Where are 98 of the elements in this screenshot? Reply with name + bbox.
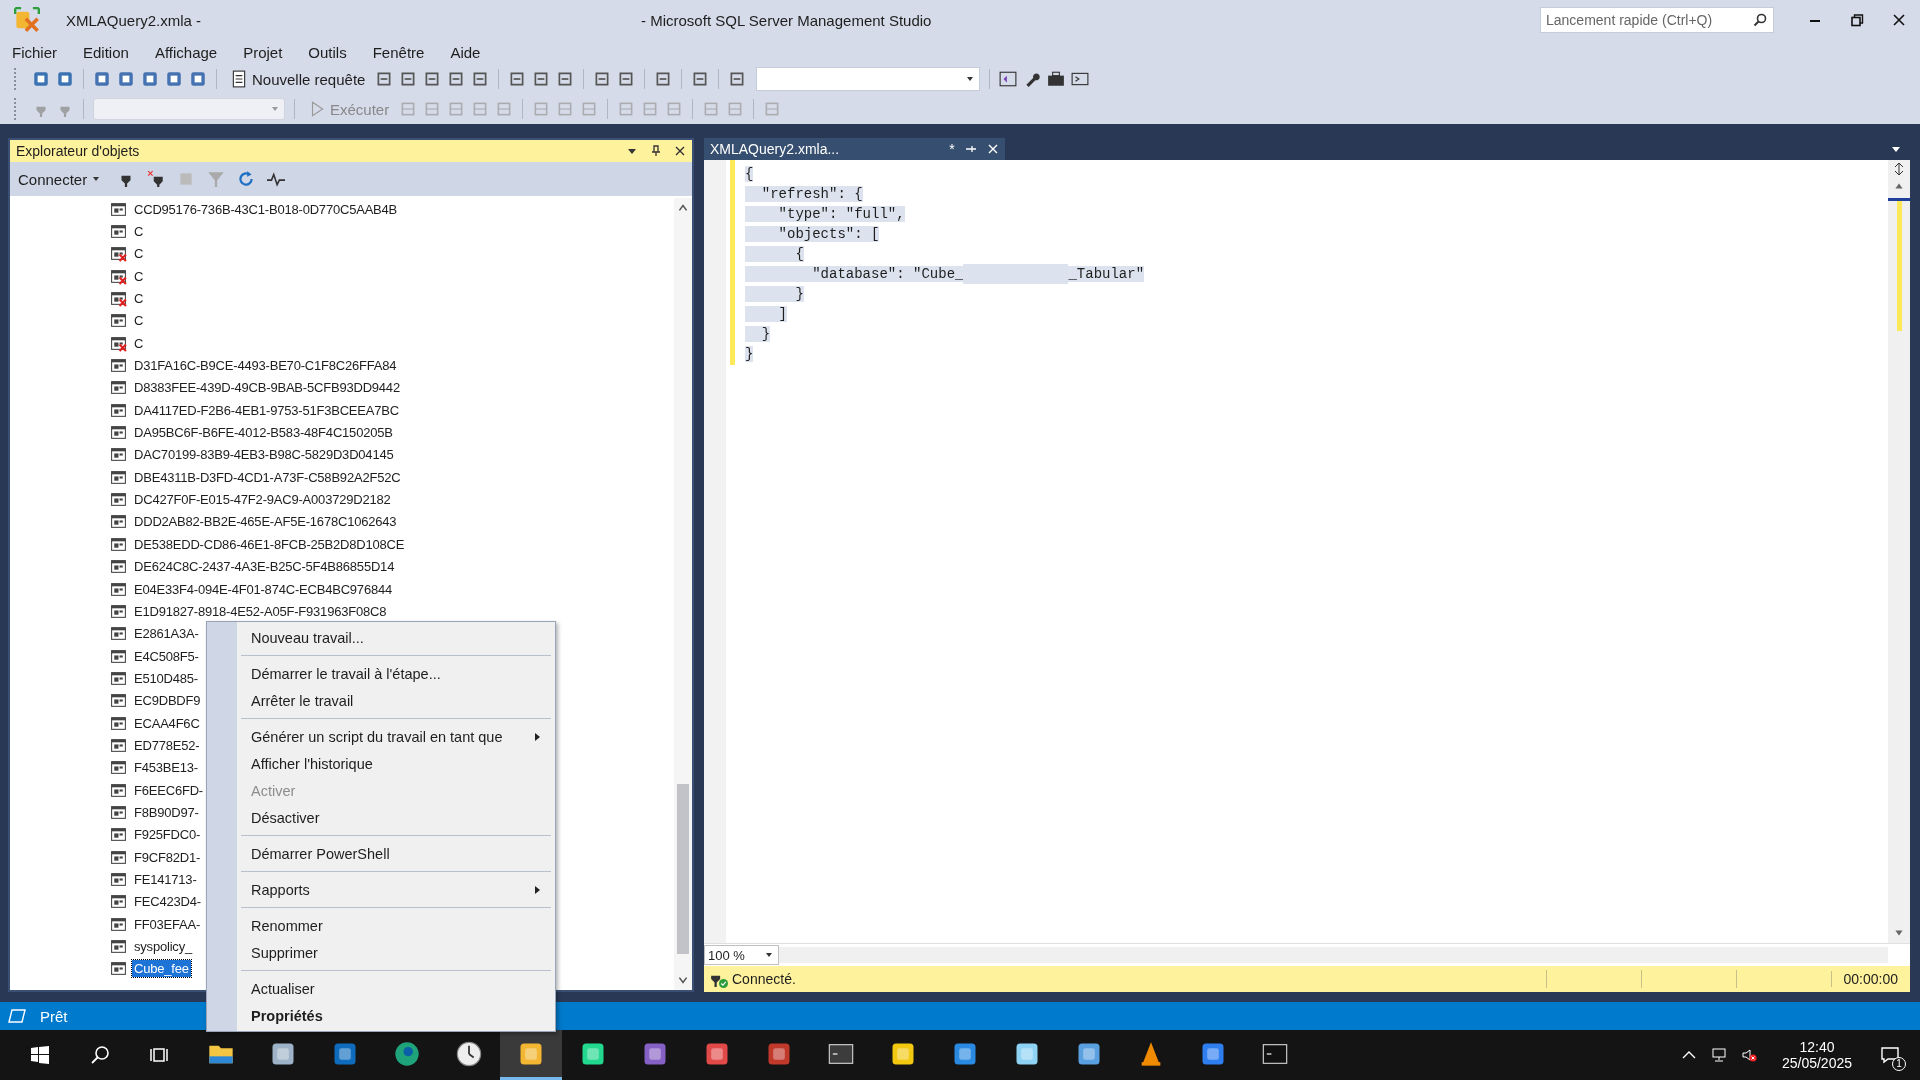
menu-item[interactable]: Arrêter le travail xyxy=(241,687,551,714)
split-icon[interactable] xyxy=(1892,162,1906,176)
vs-icon[interactable] xyxy=(999,70,1018,88)
menu-item[interactable]: Propriétés xyxy=(241,1002,551,1029)
menu-item[interactable]: Actualiser xyxy=(241,975,551,1002)
tree-item[interactable]: F453BE13- xyxy=(132,759,200,777)
tree-item[interactable]: C xyxy=(132,245,146,263)
tree-item[interactable]: FEC423D4- xyxy=(132,893,203,911)
tree-item[interactable]: ECAA4F6C xyxy=(132,714,202,732)
connect-button[interactable]: Connecter xyxy=(18,170,106,188)
clock-date[interactable]: 25/05/2025 xyxy=(1781,1055,1852,1071)
task-view-icon[interactable] xyxy=(150,1045,170,1065)
tree-item[interactable]: DE538EDD-CD86-46E1-8FCB-25B2D8D108CE xyxy=(132,535,407,553)
close-icon[interactable] xyxy=(674,145,686,157)
search-icon[interactable] xyxy=(90,1045,110,1065)
tree-item[interactable]: C xyxy=(132,290,146,308)
document-tab[interactable]: XMLAQuery2.xmla... * xyxy=(704,138,1005,160)
network-icon[interactable] xyxy=(1710,1047,1727,1063)
tree-item[interactable]: F9CF82D1- xyxy=(132,848,203,866)
tree-item[interactable]: C xyxy=(132,267,146,285)
tree-item[interactable]: DAC70199-83B9-4EB3-B98C-5829D3D04145 xyxy=(132,446,396,464)
tree-item[interactable]: E1D91827-8918-4E52-A05F-F931963F08C8 xyxy=(132,602,389,620)
scroll-thumb[interactable] xyxy=(677,784,689,954)
search-icon xyxy=(1753,13,1767,27)
zoom-dropdown[interactable]: 100 % xyxy=(704,945,779,965)
tree-item[interactable]: E510D485- xyxy=(132,669,200,687)
new-query-button[interactable]: Nouvelle requête xyxy=(226,66,370,92)
connection-status: Connecté. xyxy=(732,971,796,987)
elapsed-time: 00:00:00 xyxy=(1830,971,1910,987)
panel-title: Explorateur d'objets xyxy=(16,143,140,159)
caret-position-marker xyxy=(1888,198,1910,201)
tree-item[interactable]: E04E33F4-094E-4F01-874C-ECB4BC976844 xyxy=(132,580,395,598)
clock-time[interactable]: 12:40 xyxy=(1799,1039,1835,1055)
menu-item[interactable]: Supprimer xyxy=(241,939,551,966)
taskbar-button[interactable] xyxy=(500,1030,562,1080)
menu-item[interactable]: Affichage xyxy=(154,43,232,61)
tree-item[interactable]: DBE4311B-D3FD-4CD1-A73F-C58B92A2F52C xyxy=(132,468,403,486)
tree-item[interactable]: ED778E52- xyxy=(132,736,202,754)
app-logo-icon xyxy=(14,7,40,33)
caret-icon xyxy=(765,951,773,959)
tree-item[interactable]: syspolicy_ xyxy=(132,938,194,955)
window-title: XMLAQuery2.xmla - xyxy=(66,11,202,29)
caret-icon xyxy=(966,75,975,83)
menu-item[interactable]: Renommer xyxy=(241,912,551,939)
tree-item[interactable]: F925FDC0- xyxy=(132,826,203,844)
tree-item[interactable]: E2861A3A- xyxy=(132,625,201,643)
menu-item[interactable]: Démarrer le travail à l'étape... xyxy=(241,660,551,687)
notification-icon[interactable] xyxy=(1880,1045,1900,1065)
menu-item[interactable]: Aide xyxy=(450,43,495,61)
clock-icon xyxy=(455,1039,483,1068)
tree-item[interactable]: D8383FEE-439D-49CB-9BAB-5CFB93DD9442 xyxy=(132,379,402,397)
menu-item[interactable]: Edition xyxy=(83,43,143,61)
tree-item[interactable]: CCD95176-736B-43C1-B018-0D770C5AAB4B xyxy=(132,200,400,218)
menu-item[interactable]: Démarrer PowerShell xyxy=(241,840,551,867)
menu-item[interactable]: Fichier xyxy=(12,43,71,61)
notification-count: 1 xyxy=(1892,1057,1906,1071)
caret-icon xyxy=(271,105,279,113)
refresh-icon[interactable] xyxy=(237,170,256,188)
menu-item[interactable]: Rapports xyxy=(241,876,551,903)
volume-muted-icon[interactable] xyxy=(1740,1047,1757,1063)
menu-item[interactable]: Fenêtre xyxy=(372,43,439,61)
document-icon xyxy=(230,70,248,88)
tree-item[interactable]: E4C508F5- xyxy=(132,647,201,665)
tree-item[interactable]: FF03EFAA- xyxy=(132,915,203,933)
quick-launch-field[interactable]: Lancement rapide (Ctrl+Q) xyxy=(1540,7,1774,33)
tree-item[interactable]: DC427F0F-E015-47F2-9AC9-A003729D2182 xyxy=(132,491,393,509)
menu-item[interactable]: Générer un script du travail en tant que xyxy=(241,723,551,750)
globe-icon xyxy=(393,1039,421,1068)
menu-item[interactable]: Outils xyxy=(308,43,361,61)
status-icon xyxy=(8,1009,26,1023)
tree-item[interactable]: FE141713- xyxy=(132,871,199,888)
menu-item[interactable]: Nouveau travail... xyxy=(241,624,551,651)
tree-item[interactable]: C xyxy=(132,223,146,240)
scrollbar[interactable] xyxy=(674,198,692,990)
menu-item[interactable]: Afficher l'historique xyxy=(241,750,551,777)
start-icon[interactable] xyxy=(30,1045,50,1065)
status-text: Prêt xyxy=(40,1007,68,1025)
tree-item[interactable]: F8B90D97- xyxy=(132,803,201,821)
menu-item[interactable]: Projet xyxy=(243,43,297,61)
menu-item[interactable]: Désactiver xyxy=(241,804,551,831)
scrollbar[interactable] xyxy=(1888,160,1910,943)
tree-item[interactable]: F6EEC6FD- xyxy=(132,781,205,799)
tree-item[interactable]: C xyxy=(132,334,146,352)
tree-item[interactable]: EC9DBDF9 xyxy=(132,692,203,710)
close-icon[interactable] xyxy=(1892,13,1906,27)
tree-item[interactable]: D31FA16C-B9CE-4493-BE70-C1F8C26FFA84 xyxy=(132,357,399,375)
caret-icon xyxy=(92,175,101,183)
restore-icon[interactable] xyxy=(1850,13,1864,27)
tree-item[interactable]: DE624C8C-2437-4A3E-B25C-5F4B86855D14 xyxy=(132,558,397,576)
tree-item[interactable]: DA4117ED-F2B6-4EB1-9753-51F3BCEEA7BC xyxy=(132,401,401,419)
toolbox-icon[interactable] xyxy=(1047,70,1066,88)
scrollbar[interactable] xyxy=(779,947,1888,963)
tree-item[interactable]: DA95BC6F-B6FE-4012-B583-48F4C150205B xyxy=(132,424,395,442)
tree-item[interactable]: DDD2AB82-BB2E-465E-AF5E-1678C1062643 xyxy=(132,513,399,531)
tree-item[interactable]: Cube_fee xyxy=(132,960,191,978)
terminal-icon[interactable] xyxy=(1071,70,1090,88)
window-title: - Microsoft SQL Server Management Studio xyxy=(641,11,932,29)
tree-item[interactable]: C xyxy=(132,312,146,330)
